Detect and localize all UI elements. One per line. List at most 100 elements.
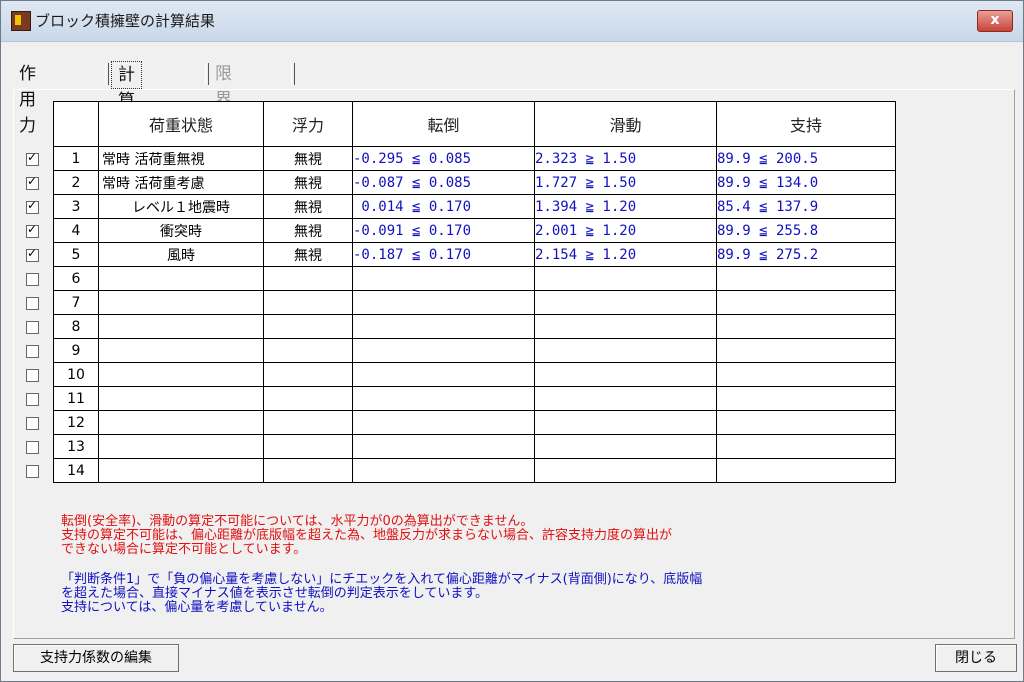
row-enable-checkbox[interactable] [26,174,39,190]
row-enable-checkbox[interactable] [26,273,39,286]
table-row[interactable]: 10 [53,362,896,387]
row-enable-checkbox[interactable] [26,393,39,406]
close-button[interactable]: 閉じる [935,644,1017,672]
row-load-state [98,290,264,315]
row-buoyancy [263,386,353,411]
row-enable-checkbox[interactable] [26,465,39,478]
row-support [716,410,896,435]
table-row[interactable]: 8 [53,314,896,339]
tab-limit-height[interactable]: 限界高 [215,61,232,136]
table-row[interactable]: 5 風時 無視 -0.187 ≦ 0.170 2.154 ≧ 1.20 89.9 ≦ 27… [53,242,896,267]
table-row[interactable]: 11 [53,386,896,411]
row-support: 85.4 ≦ 137.9 [716,194,896,219]
row-overturning [352,290,535,315]
row-number: 12 [53,410,99,435]
row-support [716,290,896,315]
table-row[interactable]: 12 [53,410,896,435]
tab-separator [105,63,109,85]
row-support [716,458,896,483]
row-sliding: 2.323 ≧ 1.50 [534,146,717,171]
row-buoyancy [263,458,353,483]
note-line: 支持については、偏心量を考慮していません。 [61,600,333,615]
row-enable-checkbox[interactable] [26,198,39,214]
row-buoyancy [263,338,353,363]
table-row[interactable]: 1 常時 活荷重無視 無視 -0.295 ≦ 0.085 2.323 ≧ 1.50 89.… [53,146,896,171]
row-buoyancy [263,434,353,459]
row-sliding [534,338,717,363]
row-enable-checkbox[interactable] [26,369,39,382]
row-load-state [98,266,264,291]
title-bar[interactable]: ブロック積擁壁の計算結果 x [1,1,1023,42]
header-no [53,101,99,147]
row-support [716,386,896,411]
table-row[interactable]: 13 [53,434,896,459]
table-row[interactable]: 14 [53,458,896,483]
row-enable-checkbox[interactable] [26,345,39,358]
row-enable-checkbox[interactable] [26,150,39,166]
table-row[interactable]: 3 レベル１地震時 無視 0.014 ≦ 0.170 1.394 ≧ 1.20 85.4… [53,194,896,219]
row-load-state [98,362,264,387]
row-sliding [534,266,717,291]
table-row[interactable]: 9 [53,338,896,363]
row-overturning [352,266,535,291]
tab-results[interactable]: 計算結果 [111,61,142,163]
row-overturning: 0.014 ≦ 0.170 [352,194,535,219]
row-enable-checkbox[interactable] [26,417,39,430]
row-number: 13 [53,434,99,459]
row-support: 89.9 ≦ 134.0 [716,170,896,195]
row-support: 89.9 ≦ 200.5 [716,146,896,171]
table-row[interactable]: 6 [53,266,896,291]
row-overturning [352,386,535,411]
row-number: 4 [53,218,99,243]
row-overturning [352,314,535,339]
row-enable-checkbox[interactable] [26,297,39,310]
note-line: 支持の算定不可能は、偏心距離が底版幅を超えた為、地盤反力が求まらない場合、許容支… [61,528,673,543]
row-sliding [534,434,717,459]
row-number: 8 [53,314,99,339]
row-load-state [98,338,264,363]
header-support: 支持 [716,101,896,147]
row-load-state [98,386,264,411]
row-number: 6 [53,266,99,291]
notes-blue: 「判断条件1」で「負の偏心量を考慮しない」にチエックを入れて偏心距離がマイナス(… [61,573,702,615]
row-buoyancy: 無視 [263,146,353,171]
row-number: 14 [53,458,99,483]
note-line: 「判断条件1」で「負の偏心量を考慮しない」にチエックを入れて偏心距離がマイナス(… [61,572,703,587]
row-support [716,434,896,459]
row-overturning [352,434,535,459]
row-overturning: -0.295 ≦ 0.085 [352,146,535,171]
row-enable-checkbox[interactable] [26,222,39,238]
row-number: 3 [53,194,99,219]
row-sliding: 1.394 ≧ 1.20 [534,194,717,219]
row-enable-checkbox[interactable] [26,246,39,262]
row-enable-checkbox[interactable] [26,441,39,454]
row-enable-checkbox[interactable] [26,321,39,334]
row-sliding: 1.727 ≧ 1.50 [534,170,717,195]
tab-separator [291,63,295,85]
row-overturning [352,410,535,435]
table-header-row: 荷重状態 浮力 転倒 滑動 支持 [53,101,896,147]
row-number: 2 [53,170,99,195]
row-overturning [352,338,535,363]
row-buoyancy: 無視 [263,194,353,219]
row-support [716,266,896,291]
table-row[interactable]: 2 常時 活荷重考慮 無視 -0.087 ≦ 0.085 1.727 ≧ 1.50 89.… [53,170,896,195]
row-buoyancy [263,266,353,291]
row-overturning: -0.187 ≦ 0.170 [352,242,535,267]
row-load-state [98,410,264,435]
row-support [716,338,896,363]
row-overturning: -0.087 ≦ 0.085 [352,170,535,195]
row-sliding [534,362,717,387]
edit-bearing-coefficient-button[interactable]: 支持力係数の編集 [13,644,179,672]
table-row[interactable]: 7 [53,290,896,315]
app-icon [11,11,31,31]
row-load-state: レベル１地震時 [98,194,264,219]
row-buoyancy [263,290,353,315]
window-close-button[interactable]: x [977,10,1013,32]
row-number: 5 [53,242,99,267]
table-row[interactable]: 4 衝突時 無視 -0.091 ≦ 0.170 2.001 ≧ 1.20 89.9 ≦ 2… [53,218,896,243]
header-overturning: 転倒 [352,101,535,147]
tab-forces[interactable]: 作用力 [19,61,36,136]
row-overturning [352,362,535,387]
row-sliding: 2.154 ≧ 1.20 [534,242,717,267]
